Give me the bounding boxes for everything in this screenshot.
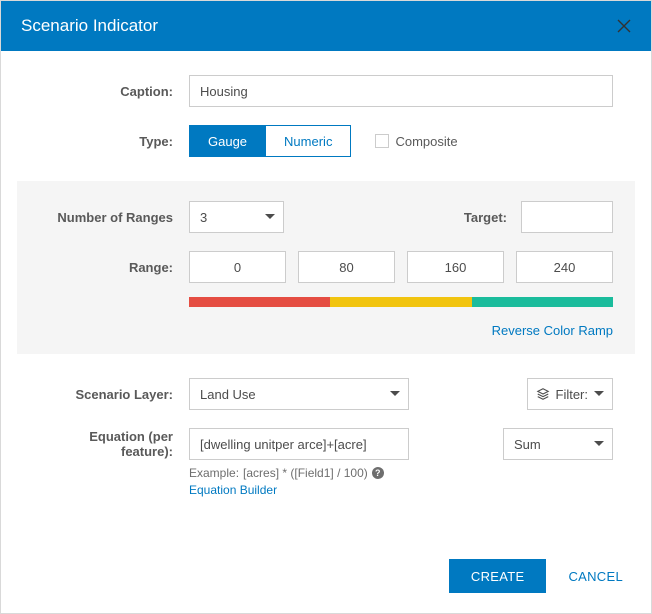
filter-label: Filter: (556, 387, 589, 402)
ramp-segment-1 (330, 297, 471, 307)
type-numeric-button[interactable]: Numeric (266, 125, 351, 157)
scenario-layer-select[interactable]: Land Use (189, 378, 409, 410)
equation-builder-row: Equation Builder (189, 482, 613, 497)
scenario-layer-row: Scenario Layer: Land Use Filter: (39, 378, 613, 410)
caret-down-icon (594, 391, 604, 397)
ramp-segment-2 (472, 297, 613, 307)
ramp-segment-0 (189, 297, 330, 307)
caret-down-icon (265, 214, 275, 220)
range-count-value: 3 (200, 210, 207, 225)
aggregate-value: Sum (514, 437, 541, 452)
ranges-panel: Number of Ranges 3 Target: Range: (17, 181, 635, 354)
range-input-2[interactable] (407, 251, 504, 283)
range-input-0[interactable] (189, 251, 286, 283)
composite-checkbox[interactable]: Composite (375, 134, 457, 149)
dialog-footer: CREATE CANCEL (1, 541, 651, 613)
color-ramp (189, 297, 613, 307)
target-label: Target: (464, 210, 521, 225)
range-input-1[interactable] (298, 251, 395, 283)
example-prefix: Example: (189, 466, 239, 480)
caret-down-icon (594, 441, 604, 447)
target-input[interactable] (521, 201, 613, 233)
dialog-body: Caption: Type: Gauge Numeric Composite N… (1, 51, 651, 541)
type-row: Type: Gauge Numeric Composite (39, 125, 613, 157)
filter-button[interactable]: Filter: (527, 378, 614, 410)
cancel-button[interactable]: CANCEL (568, 569, 623, 584)
equation-example: Example: [acres] * ([Field1] / 100) ? (189, 466, 613, 480)
caret-down-icon (390, 391, 400, 397)
number-of-ranges-label: Number of Ranges (39, 210, 189, 225)
caption-row: Caption: (39, 75, 613, 107)
reverse-ramp-row: Reverse Color Ramp (39, 323, 613, 338)
scenario-layer-label: Scenario Layer: (39, 387, 189, 402)
reverse-color-ramp-link[interactable]: Reverse Color Ramp (492, 323, 613, 338)
range-inputs (189, 251, 613, 283)
dialog-header: Scenario Indicator (1, 1, 651, 51)
create-button[interactable]: CREATE (449, 559, 547, 593)
equation-row: Equation (per feature): Sum (39, 428, 613, 460)
layers-icon (536, 387, 550, 401)
type-label: Type: (39, 134, 189, 149)
caption-label: Caption: (39, 84, 189, 99)
type-toggle-group: Gauge Numeric (189, 125, 351, 157)
close-icon[interactable] (617, 19, 631, 33)
range-label: Range: (39, 260, 189, 275)
type-gauge-button[interactable]: Gauge (189, 125, 266, 157)
ranges-top-row: Number of Ranges 3 Target: (39, 201, 613, 233)
equation-builder-link[interactable]: Equation Builder (189, 483, 277, 497)
example-text: [acres] * ([Field1] / 100) (243, 466, 368, 480)
aggregate-select[interactable]: Sum (503, 428, 613, 460)
equation-input[interactable] (189, 428, 409, 460)
range-count-select[interactable]: 3 (189, 201, 284, 233)
range-input-3[interactable] (516, 251, 613, 283)
dialog-title: Scenario Indicator (21, 16, 158, 36)
scenario-layer-value: Land Use (200, 387, 256, 402)
composite-label: Composite (395, 134, 457, 149)
equation-label: Equation (per feature): (39, 429, 189, 459)
range-values-row: Range: (39, 251, 613, 283)
checkbox-box-icon (375, 134, 389, 148)
help-icon[interactable]: ? (372, 467, 384, 479)
caption-input[interactable] (189, 75, 613, 107)
